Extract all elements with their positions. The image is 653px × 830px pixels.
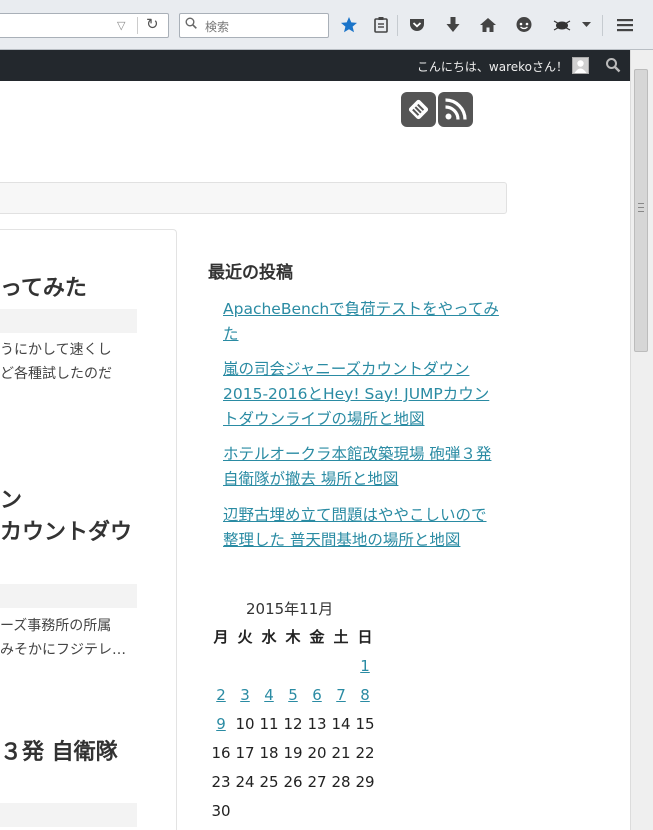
post-meta-bar xyxy=(0,309,137,333)
calendar-day: 13 xyxy=(307,715,327,733)
recent-post-line[interactable]: 2015-2016とHey! Say! JUMPカウン xyxy=(223,382,513,407)
recent-posts-title: 最近の投稿 xyxy=(208,263,293,283)
urlbar-divider xyxy=(137,17,138,34)
calendar-day: 21 xyxy=(331,744,351,762)
calendar-day-link[interactable]: 5 xyxy=(281,681,305,709)
calendar-day: 25 xyxy=(259,773,279,791)
post-title[interactable]: ってみた xyxy=(0,270,87,302)
calendar-day: 12 xyxy=(283,715,303,733)
calendar-day-link[interactable]: 4 xyxy=(257,681,281,709)
recent-post-line[interactable]: 辺野古埋め立て問題はややこしいので xyxy=(223,503,513,528)
recent-post-line[interactable]: ホテルオークラ本館改築現場 砲弾３発 xyxy=(223,442,513,467)
calendar-day: 23 xyxy=(211,773,231,791)
calendar-day: 30 xyxy=(211,802,231,820)
post-meta-bar xyxy=(0,803,137,827)
extension-menu-chevron-icon[interactable] xyxy=(578,14,594,36)
calendar-day: 11 xyxy=(259,715,279,733)
recent-post-line[interactable]: 整理した 普天間基地の場所と地図 xyxy=(223,528,513,553)
recent-post-line[interactable]: た xyxy=(223,322,513,347)
chat-icon[interactable] xyxy=(513,14,535,36)
search-icon xyxy=(185,17,197,29)
post-excerpt: ど各種試したのだ xyxy=(0,366,112,382)
scrollbar-thumb[interactable] xyxy=(634,69,648,352)
calendar-day: 16 xyxy=(211,744,231,762)
calendar-day-link[interactable]: 8 xyxy=(353,681,377,709)
calendar-caption: 2015年11月 xyxy=(246,600,334,618)
calendar-day: 19 xyxy=(283,744,303,762)
calendar-day: 29 xyxy=(355,773,375,791)
calendar-day: 18 xyxy=(259,744,279,762)
calendar-weekday: 水 xyxy=(261,628,277,646)
site-nav-bar[interactable] xyxy=(0,182,507,214)
avatar[interactable] xyxy=(572,57,589,74)
recent-post-line[interactable]: ApacheBenchで負荷テストをやってみ xyxy=(223,297,513,322)
calendar-day: 22 xyxy=(355,744,375,762)
recent-post-link[interactable]: 嵐の司会ジャニーズカウントダウン 2015-2016とHey! Say! JUM… xyxy=(223,357,513,432)
recent-post-line[interactable]: 嵐の司会ジャニーズカウントダウン xyxy=(223,357,513,382)
recent-post-link[interactable]: 辺野古埋め立て問題はややこしいので 整理した 普天間基地の場所と地図 xyxy=(223,503,513,553)
post-title[interactable]: ３発 自衛隊 xyxy=(0,734,118,766)
recent-post-line[interactable]: 自衛隊が撤去 場所と地図 xyxy=(223,467,513,492)
calendar-weekday: 火 xyxy=(237,628,253,646)
toolbar-divider xyxy=(397,15,398,36)
calendar-weekday: 木 xyxy=(285,628,301,646)
reading-list-icon[interactable] xyxy=(370,14,392,36)
post-excerpt: ーズ事務所の所属 xyxy=(0,618,112,634)
url-bar[interactable]: ▽ ↻ xyxy=(0,13,169,38)
calendar-day-link[interactable]: 7 xyxy=(329,681,353,709)
post-title[interactable]: カウントダウ xyxy=(0,514,132,546)
user-greeting[interactable]: こんにちは、warekoさん！ xyxy=(417,58,568,75)
calendar-weekday: 土 xyxy=(333,628,349,646)
admin-search-icon[interactable] xyxy=(605,57,621,73)
calendar-day: 17 xyxy=(235,744,255,762)
search-placeholder: 検索 xyxy=(205,20,230,34)
post-meta-bar xyxy=(0,584,137,608)
calendar-weekday: 月 xyxy=(213,628,229,646)
calendar-day-link[interactable]: 2 xyxy=(209,681,233,709)
post-title[interactable]: ン xyxy=(0,482,22,514)
scrollbar-grip xyxy=(638,203,644,212)
extension-bug-icon[interactable] xyxy=(551,14,573,36)
calendar-day: 27 xyxy=(307,773,327,791)
pocket-icon[interactable] xyxy=(406,14,428,36)
calendar-day: 20 xyxy=(307,744,327,762)
calendar-day: 24 xyxy=(235,773,255,791)
calendar-day-link[interactable]: 1 xyxy=(353,652,377,680)
calendar-day: 26 xyxy=(283,773,303,791)
toolbar-divider xyxy=(602,15,603,36)
calendar-day-link[interactable]: 6 xyxy=(305,681,329,709)
rss-feed-icon[interactable] xyxy=(438,92,473,127)
calendar-day: 10 xyxy=(235,715,255,733)
calendar-day-link[interactable]: 3 xyxy=(233,681,257,709)
hamburger-menu-icon[interactable] xyxy=(614,14,636,36)
post-excerpt: うにかして速くし xyxy=(0,342,112,358)
calendar-weekday: 金 xyxy=(309,628,325,646)
history-dropdown-icon[interactable]: ▽ xyxy=(117,19,125,32)
recent-post-line[interactable]: トダウンライブの場所と地図 xyxy=(223,407,513,432)
home-icon[interactable] xyxy=(477,14,499,36)
recent-post-link[interactable]: ApacheBenchで負荷テストをやってみ た xyxy=(223,297,513,347)
download-icon[interactable] xyxy=(442,14,464,36)
feedly-icon[interactable] xyxy=(401,92,436,127)
calendar-day: 28 xyxy=(331,773,351,791)
bookmark-star-icon[interactable] xyxy=(338,14,360,36)
admin-bar: こんにちは、warekoさん！ xyxy=(0,50,630,81)
calendar-day: 15 xyxy=(355,715,375,733)
search-bar[interactable]: 検索 xyxy=(179,13,329,38)
reload-icon[interactable]: ↻ xyxy=(146,15,159,33)
calendar-day-link[interactable]: 9 xyxy=(209,710,233,738)
browser-toolbar: ▽ ↻ 検索 xyxy=(0,0,653,50)
recent-post-link[interactable]: ホテルオークラ本館改築現場 砲弾３発 自衛隊が撤去 場所と地図 xyxy=(223,442,513,492)
calendar-day: 14 xyxy=(331,715,351,733)
post-excerpt: みそかにフジテレ… xyxy=(0,642,126,658)
page-scrollbar[interactable] xyxy=(630,50,653,830)
calendar-weekday: 日 xyxy=(357,628,373,646)
